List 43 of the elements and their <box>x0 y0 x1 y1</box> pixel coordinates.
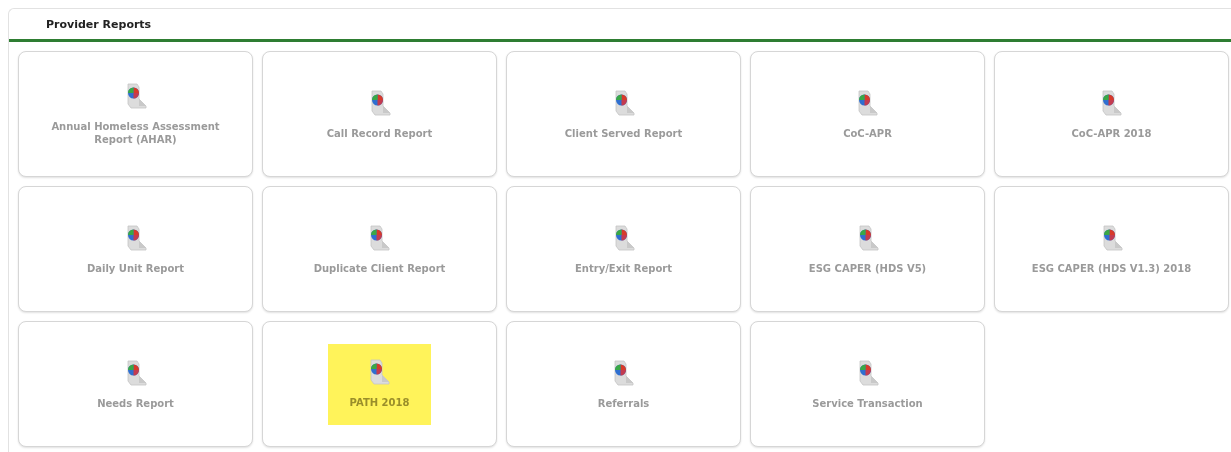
pie-chart-report-icon <box>612 358 635 389</box>
report-tile[interactable]: Referrals <box>506 321 741 447</box>
report-label: Service Transaction <box>812 396 923 410</box>
pie-chart-report-icon <box>124 82 147 112</box>
report-tile[interactable]: Daily Unit Report <box>18 186 253 312</box>
report-tile[interactable]: Call Record Report <box>262 51 497 177</box>
pie-chart-report-icon <box>368 223 391 254</box>
report-label: Call Record Report <box>326 126 433 140</box>
report-label: ESG CAPER (HDS V5) <box>808 261 927 275</box>
report-label: Needs Report <box>97 396 174 410</box>
pie-chart-report-icon <box>124 223 147 254</box>
report-tile[interactable]: Duplicate Client Report <box>262 186 497 312</box>
report-tile[interactable]: ESG CAPER (HDS V5) <box>750 186 985 312</box>
report-label: PATH 2018 <box>349 395 410 409</box>
report-label: Client Served Report <box>564 126 683 140</box>
pie-chart-report-icon <box>612 223 635 254</box>
report-label: Referrals <box>597 396 650 410</box>
panel-title: Provider Reports <box>46 17 152 31</box>
pie-chart-report-icon <box>1100 88 1123 119</box>
report-label: ESG CAPER (HDS V1.3) 2018 <box>1031 261 1192 275</box>
report-tile[interactable]: CoC-APR <box>750 51 985 177</box>
report-tile[interactable]: Entry/Exit Report <box>506 186 741 312</box>
pie-chart-report-icon <box>368 357 391 388</box>
report-tile[interactable]: CoC-APR 2018 <box>994 51 1229 177</box>
report-tile[interactable]: Annual Homeless Assessment Report (AHAR) <box>18 51 253 177</box>
pie-chart-report-icon <box>124 358 147 389</box>
pie-chart-report-icon <box>856 88 879 119</box>
pie-chart-report-icon <box>368 88 391 119</box>
report-tile[interactable]: PATH 2018 <box>262 321 497 447</box>
report-label: CoC-APR <box>843 126 892 140</box>
report-tile[interactable]: Service Transaction <box>750 321 985 447</box>
report-tile[interactable]: ESG CAPER (HDS V1.3) 2018 <box>994 186 1229 312</box>
pie-chart-report-icon <box>856 223 879 254</box>
report-tile[interactable]: Needs Report <box>18 321 253 447</box>
report-label: Duplicate Client Report <box>313 261 446 275</box>
pie-chart-report-icon <box>1100 223 1123 254</box>
report-label: CoC-APR 2018 <box>1071 126 1152 140</box>
report-tile[interactable]: Client Served Report <box>506 51 741 177</box>
pie-chart-report-icon <box>612 88 635 119</box>
report-label: Entry/Exit Report <box>575 261 672 275</box>
pie-chart-report-icon <box>856 358 879 389</box>
report-label: Daily Unit Report <box>86 261 185 275</box>
report-label: Annual Homeless Assessment Report (AHAR) <box>50 120 221 146</box>
